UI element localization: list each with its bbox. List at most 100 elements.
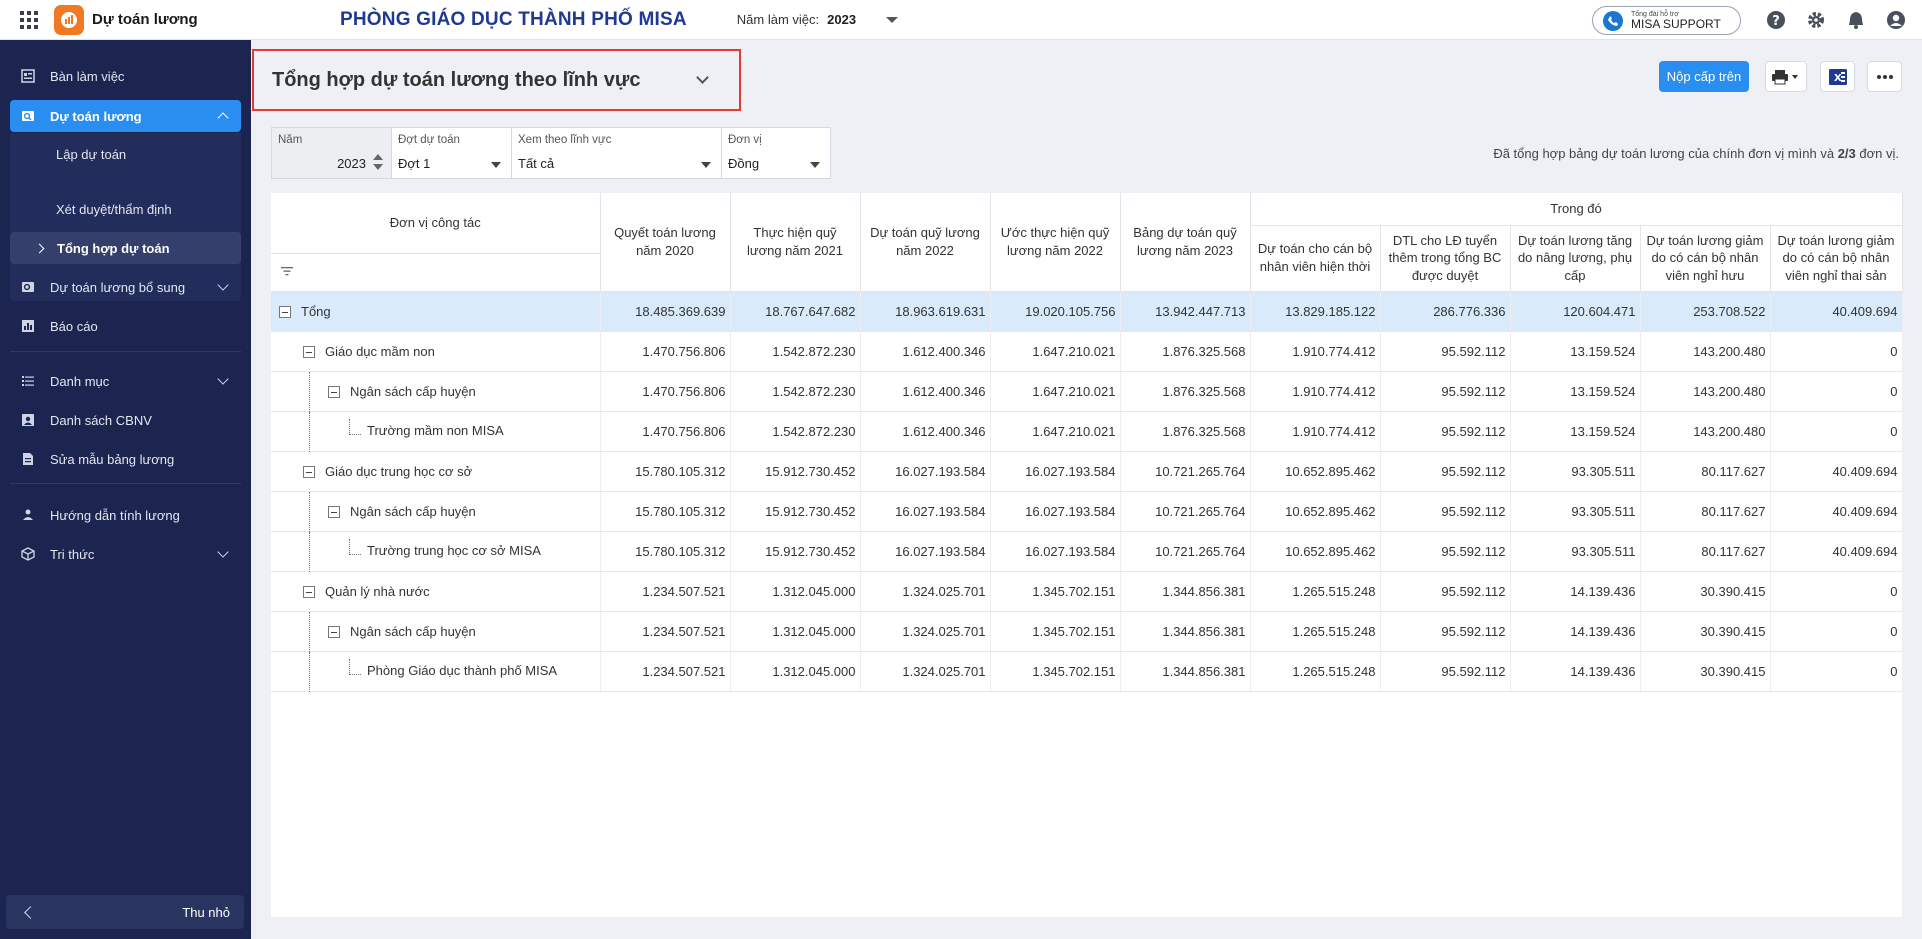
cell-value: 1.910.774.412	[1250, 371, 1381, 412]
collapse-toggle-icon[interactable]	[328, 626, 340, 639]
cell-value: 0	[1770, 331, 1903, 372]
collapse-toggle-icon[interactable]	[328, 506, 340, 519]
sidebar-item-staff-list[interactable]: Danh sách CBNV	[10, 404, 241, 436]
filter-row[interactable]	[271, 253, 601, 292]
year-filter[interactable]: Năm 2023	[271, 127, 392, 179]
misa-support-button[interactable]: Tổng đài hỗ trợ MISA SUPPORT	[1592, 6, 1741, 35]
cell-value: 1.542.872.230	[730, 371, 861, 412]
cell-value: 40.409.694	[1770, 531, 1903, 572]
collapse-toggle-icon[interactable]	[303, 346, 315, 359]
cell-value: 10.652.895.462	[1250, 531, 1381, 572]
sidebar-item-additional-estimate[interactable]: Dự toán lương bổ sung	[10, 271, 241, 303]
table-row[interactable]: Giáo dục trung học cơ sở 15.780.105.312 15…	[271, 451, 1903, 492]
cell-value: 1.910.774.412	[1250, 331, 1381, 372]
collapse-toggle-icon[interactable]	[303, 586, 315, 599]
working-year-value[interactable]: 2023	[827, 12, 856, 27]
sidebar-item-knowledge[interactable]: Tri thức	[10, 538, 241, 570]
sidebar-subitem-create-estimate[interactable]: Lập dự toán	[10, 138, 241, 170]
period-filter-value: Đợt 1	[398, 156, 431, 171]
collapse-sidebar-button[interactable]: Thu nhỏ	[6, 895, 244, 929]
sidebar-item-edit-payroll-template[interactable]: Sửa mẫu bảng lương	[10, 443, 241, 475]
sidebar-item-catalog[interactable]: Danh mục	[10, 365, 241, 397]
filter-icon[interactable]	[281, 263, 293, 281]
row-unit-name: Tổng	[271, 291, 601, 332]
submit-to-superior-button[interactable]: Nộp cấp trên	[1659, 61, 1749, 92]
cell-value: 1.234.507.521	[600, 571, 731, 612]
cell-value: 15.912.730.452	[730, 491, 861, 532]
table-row[interactable]: Phòng Giáo dục thành phố MISA 1.234.507.5…	[271, 651, 1903, 692]
table-row[interactable]: Ngân sách cấp huyện 15.780.105.312 15.912.…	[271, 491, 1903, 532]
table-row[interactable]: Ngân sách cấp huyện 1.470.756.806 1.542.87…	[271, 371, 1903, 412]
row-unit-name: Ngân sách cấp huyện	[271, 611, 601, 652]
avatar[interactable]	[1886, 10, 1906, 30]
row-unit-name: Trường trung học cơ sở MISA	[271, 531, 601, 572]
field-filter[interactable]: Xem theo lĩnh vực Tất cả	[511, 127, 722, 179]
sidebar-item-salary-guide[interactable]: Hướng dẫn tính lương	[10, 499, 241, 531]
sidebar-item-reports[interactable]: Báo cáo	[10, 310, 241, 342]
table-row[interactable]: Trường mầm non MISA 1.470.756.806 1.542.87…	[271, 411, 1903, 452]
cell-value: 16.027.193.584	[990, 491, 1121, 532]
cell-value: 1.647.210.021	[990, 371, 1121, 412]
help-icon[interactable]: ?	[1766, 10, 1786, 30]
table-row[interactable]: Ngân sách cấp huyện 1.234.507.521 1.312.04…	[271, 611, 1903, 652]
cell-value: 1.542.872.230	[730, 331, 861, 372]
cell-value: 40.409.694	[1770, 291, 1903, 332]
year-filter-value[interactable]: 2023	[337, 156, 366, 171]
collapse-toggle-icon[interactable]	[279, 306, 291, 319]
header-estimate-2023: Bảng dự toán quỹ lương năm 2023	[1120, 193, 1251, 292]
cell-value: 1.470.756.806	[600, 411, 731, 452]
phone-icon	[1603, 10, 1623, 31]
sidebar-item-dashboard[interactable]: Bàn làm việc	[10, 60, 241, 92]
cell-value: 1.312.045.000	[730, 651, 861, 692]
bell-icon[interactable]	[1846, 10, 1866, 30]
table-row-total[interactable]: Tổng 18.485.369.639 18.767.647.682 18.963.6…	[271, 291, 1903, 332]
cell-value: 0	[1770, 611, 1903, 652]
header-expected-2022: Ước thực hiện quỹ lương năm 2022	[990, 193, 1121, 292]
gear-icon[interactable]	[1806, 10, 1826, 30]
page-title: Tổng hợp dự toán lương theo lĩnh vực	[272, 68, 641, 91]
cell-value: 80.117.627	[1640, 531, 1771, 572]
cell-value: 1.345.702.151	[990, 651, 1121, 692]
header-settlement-2020: Quyết toán lương năm 2020	[600, 193, 731, 292]
cell-value: 1.324.025.701	[860, 571, 991, 612]
spin-up-icon[interactable]	[373, 154, 383, 160]
collapse-toggle-icon[interactable]	[303, 466, 315, 479]
cell-value: 93.305.511	[1510, 491, 1641, 532]
row-label: Trường trung học cơ sở MISA	[367, 543, 541, 558]
table-row[interactable]: Quản lý nhà nước 1.234.507.521 1.312.045.0…	[271, 571, 1903, 612]
cell-value: 1.312.045.000	[730, 611, 861, 652]
more-options-button[interactable]	[1867, 61, 1902, 92]
period-filter[interactable]: Đợt dự toán Đợt 1	[391, 127, 512, 179]
cell-value: 15.912.730.452	[730, 451, 861, 492]
chevron-down-icon	[701, 162, 711, 168]
cell-value: 143.200.480	[1640, 371, 1771, 412]
row-unit-name: Giáo dục mầm non	[271, 331, 601, 372]
chevron-down-icon[interactable]	[886, 16, 899, 23]
collapse-toggle-icon[interactable]	[328, 386, 340, 399]
sidebar-subitem-review[interactable]: Xét duyệt/thẩm định	[10, 193, 241, 225]
cell-value: 1.234.507.521	[600, 651, 731, 692]
row-label: Tổng	[301, 303, 331, 319]
export-excel-button[interactable]: X	[1820, 61, 1855, 92]
chevron-down-icon	[491, 162, 501, 168]
cell-value: 13.159.524	[1510, 371, 1641, 412]
cell-value: 14.139.436	[1510, 571, 1641, 612]
table-row[interactable]: Trường trung học cơ sở MISA 15.780.105.31…	[271, 531, 1903, 572]
cell-value: 16.027.193.584	[990, 531, 1121, 572]
print-button[interactable]	[1765, 61, 1807, 92]
cell-value: 1.345.702.151	[990, 611, 1121, 652]
sidebar-item-salary-estimate[interactable]: Dự toán lương	[10, 100, 241, 132]
unit-filter[interactable]: Đơn vị Đồng	[721, 127, 831, 179]
page-title-selector[interactable]: Tổng hợp dự toán lương theo lĩnh vực	[252, 49, 741, 111]
header-new-hires: DTL cho LĐ tuyển thêm trong tổng BC được…	[1380, 225, 1511, 292]
cell-value: 16.027.193.584	[990, 451, 1121, 492]
cell-value: 1.344.856.381	[1120, 651, 1251, 692]
spin-down-icon[interactable]	[373, 164, 383, 170]
sidebar-subitem-summary[interactable]: Tổng hợp dự toán	[10, 232, 241, 264]
cell-value: 1.265.515.248	[1250, 651, 1381, 692]
table-row[interactable]: Giáo dục mầm non 1.470.756.806 1.542.872.2…	[271, 331, 1903, 372]
cell-value: 80.117.627	[1640, 451, 1771, 492]
cell-value: 15.780.105.312	[600, 451, 731, 492]
apps-grid-icon[interactable]	[20, 10, 38, 29]
row-label: Ngân sách cấp huyện	[350, 623, 476, 639]
